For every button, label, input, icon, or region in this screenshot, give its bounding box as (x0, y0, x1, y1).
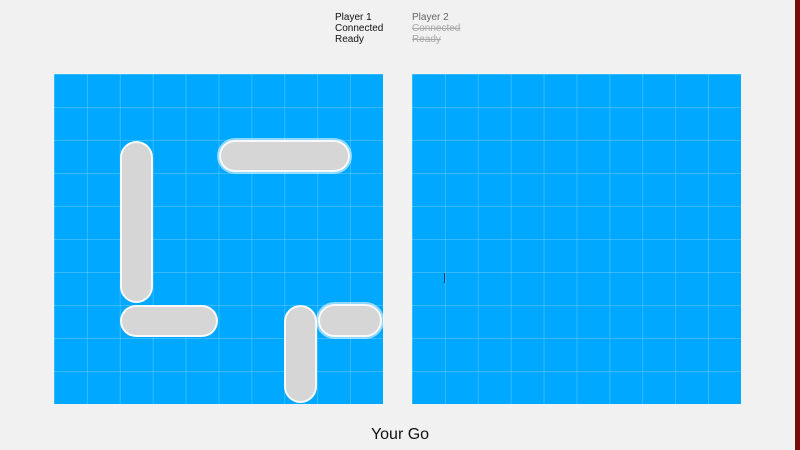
own-board (54, 74, 383, 404)
ship-vertical-long (120, 141, 153, 303)
ship-horizontal-top (219, 140, 350, 172)
opponent-board[interactable] (412, 74, 741, 404)
player-2-status: Player 2 Connected Ready (412, 12, 460, 45)
player-1-connection: Connected (335, 23, 384, 34)
right-edge-strip (795, 0, 800, 450)
turn-indicator: Your Go (370, 426, 430, 443)
player-1-status: Player 1 Connected Ready (335, 12, 383, 45)
text-cursor (444, 273, 445, 283)
ship-horizontal-bottom-left (120, 305, 218, 337)
player-1-name: Player 1 (335, 12, 372, 23)
player-2-connection: Connected (412, 23, 461, 34)
player-1-ready: Ready (335, 34, 364, 45)
ship-vertical-bottom (284, 305, 317, 403)
ship-horizontal-bottom-right (318, 304, 382, 337)
player-2-name: Player 2 (412, 12, 449, 23)
player-2-ready: Ready (412, 34, 441, 45)
player-status-panel: Player 1 Connected Ready Player 2 Connec… (335, 12, 460, 45)
